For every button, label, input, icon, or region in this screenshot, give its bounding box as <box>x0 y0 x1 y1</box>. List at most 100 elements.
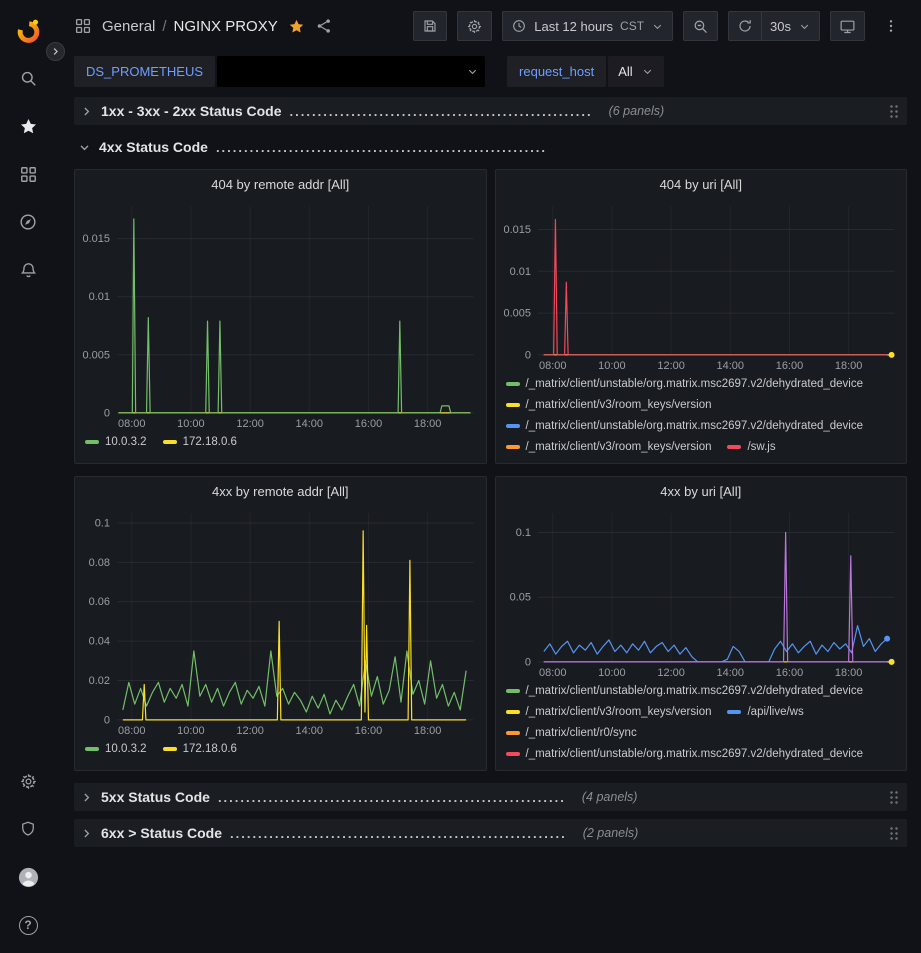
svg-text:16:00: 16:00 <box>355 725 382 737</box>
variable-label-ds-prometheus[interactable]: DS_PROMETHEUS <box>74 56 215 87</box>
svg-text:18:00: 18:00 <box>414 418 441 430</box>
svg-text:12:00: 12:00 <box>236 725 263 737</box>
legend-item[interactable]: /_matrix/client/unstable/org.matrix.msc2… <box>506 418 864 434</box>
chevron-down-icon <box>466 65 479 78</box>
user-avatar[interactable] <box>4 853 52 901</box>
question-mark-icon: ? <box>19 916 38 935</box>
zoom-out-icon <box>692 18 709 35</box>
time-series-plot[interactable]: 08:0010:0012:0014:0016:0018:0000.0050.01… <box>75 198 486 431</box>
panel-title[interactable]: 404 by remote addr [All] <box>75 170 486 198</box>
configuration-gear-icon[interactable] <box>4 757 52 805</box>
panel-title[interactable]: 4xx by uri [All] <box>496 477 907 505</box>
variable-ds-prometheus: DS_PROMETHEUS <box>74 56 485 87</box>
row-panel-count: (6 panels) <box>609 104 665 118</box>
panels-grid-top: 404 by remote addr [All] 08:0010:0012:00… <box>74 169 907 464</box>
panel-title[interactable]: 4xx by remote addr [All] <box>75 477 486 505</box>
legend-item[interactable]: /api/live/ws <box>727 704 803 720</box>
legend-item[interactable]: 10.0.3.2 <box>85 434 147 450</box>
apps-grid-icon[interactable] <box>74 17 92 35</box>
panel-legend: 10.0.3.2 172.18.0.6 <box>75 738 486 770</box>
legend-item[interactable]: 10.0.3.2 <box>85 741 147 757</box>
svg-text:0.015: 0.015 <box>83 233 110 245</box>
row-drag-handle[interactable] <box>888 103 899 120</box>
row-header-5xx[interactable]: 5xx Status Code ........................… <box>74 783 907 811</box>
gear-icon <box>466 18 483 35</box>
starred-dashboards-icon[interactable] <box>4 102 52 150</box>
legend-item[interactable]: /_matrix/client/v3/room_keys/version <box>506 704 712 720</box>
dashboards-grid-icon[interactable] <box>4 150 52 198</box>
row-header-6xx[interactable]: 6xx > Status Code ......................… <box>74 819 907 847</box>
legend-item[interactable]: /_matrix/client/unstable/org.matrix.msc2… <box>506 746 864 762</box>
svg-text:0: 0 <box>104 714 110 726</box>
row-title: 4xx Status Code <box>99 139 208 155</box>
explore-compass-icon[interactable] <box>4 198 52 246</box>
legend-item[interactable]: /sw.js <box>727 439 775 455</box>
variable-value-ds-prometheus[interactable] <box>217 56 485 87</box>
share-icon[interactable] <box>315 17 333 35</box>
refresh-interval-value: 30s <box>770 19 791 34</box>
breadcrumb-section[interactable]: General <box>102 18 155 35</box>
svg-text:0.02: 0.02 <box>89 675 110 687</box>
panel-title[interactable]: 404 by uri [All] <box>496 170 907 198</box>
legend-item[interactable]: /_matrix/client/v3/room_keys/version <box>506 397 712 413</box>
legend-item[interactable]: 172.18.0.6 <box>163 741 237 757</box>
legend-item[interactable]: /_matrix/client/r0/sync <box>506 725 637 741</box>
time-series-plot[interactable]: 08:0010:0012:0014:0016:0018:0000.020.040… <box>75 505 486 738</box>
time-series-plot[interactable]: 08:0010:0012:0014:0016:0018:0000.050.1 <box>496 505 907 680</box>
favorite-star-icon[interactable] <box>288 18 305 35</box>
panel-404-by-uri: 404 by uri [All] 08:0010:0012:0014:0016:… <box>495 169 908 464</box>
legend-item[interactable]: /_matrix/client/unstable/org.matrix.msc2… <box>506 683 864 699</box>
svg-text:0.01: 0.01 <box>509 266 530 278</box>
svg-text:10:00: 10:00 <box>598 667 625 679</box>
row-drag-handle[interactable] <box>888 789 899 806</box>
grafana-logo-icon[interactable] <box>4 6 52 54</box>
row-drag-handle[interactable] <box>888 825 899 842</box>
time-series-plot[interactable]: 08:0010:0012:0014:0016:0018:0000.0050.01… <box>496 198 907 373</box>
svg-text:08:00: 08:00 <box>539 667 566 679</box>
chevron-down-icon <box>641 65 654 78</box>
tv-mode-button[interactable] <box>830 11 865 41</box>
svg-text:08:00: 08:00 <box>118 725 145 737</box>
sidebar-expand-chevron-button[interactable] <box>46 42 65 61</box>
chevron-down-icon <box>651 20 664 33</box>
dashboard-settings-button[interactable] <box>457 11 492 41</box>
refresh-button[interactable] <box>728 11 761 41</box>
save-dashboard-button[interactable] <box>413 11 447 41</box>
search-icon[interactable] <box>4 54 52 102</box>
svg-text:10:00: 10:00 <box>177 418 204 430</box>
legend-series-label: /api/live/ws <box>747 704 803 720</box>
kebab-menu-button[interactable] <box>875 11 907 41</box>
row-leader-dots: ........................................… <box>218 790 566 805</box>
refresh-interval-dropdown[interactable]: 30s <box>761 11 820 41</box>
variable-label-request-host[interactable]: request_host <box>507 56 606 87</box>
legend-item[interactable]: /_matrix/client/unstable/org.matrix.msc2… <box>506 376 864 392</box>
time-range-picker[interactable]: Last 12 hours CST <box>502 11 673 41</box>
legend-series-label: 10.0.3.2 <box>105 434 147 450</box>
variable-value-request-host[interactable]: All <box>608 56 663 87</box>
svg-text:14:00: 14:00 <box>716 667 743 679</box>
panel-legend: /_matrix/client/unstable/org.matrix.msc2… <box>496 680 907 770</box>
breadcrumb: General / NGINX PROXY <box>102 18 278 35</box>
svg-text:0.1: 0.1 <box>515 527 530 539</box>
legend-series-marker <box>727 445 741 449</box>
legend-item[interactable]: 172.18.0.6 <box>163 434 237 450</box>
legend-item[interactable]: /_matrix/client/v3/room_keys/version <box>506 439 712 455</box>
breadcrumb-dashboard-title[interactable]: NGINX PROXY <box>174 18 278 35</box>
row-header-1xx-3xx-2xx[interactable]: 1xx - 3xx - 2xx Status Code ............… <box>74 97 907 125</box>
variable-request-host: request_host All <box>507 56 664 87</box>
svg-text:0.08: 0.08 <box>89 557 110 569</box>
row-panel-count: (4 panels) <box>582 790 638 804</box>
row-header-4xx[interactable]: 4xx Status Code ........................… <box>74 133 907 161</box>
zoom-out-button[interactable] <box>683 11 718 41</box>
legend-series-marker <box>506 731 520 735</box>
variable-request-host-selected: All <box>618 64 632 79</box>
server-admin-shield-icon[interactable] <box>4 805 52 853</box>
svg-text:0.1: 0.1 <box>95 517 110 529</box>
legend-series-label: /_matrix/client/r0/sync <box>526 725 637 741</box>
alerting-bell-icon[interactable] <box>4 246 52 294</box>
legend-series-marker <box>506 424 520 428</box>
legend-series-label: /_matrix/client/unstable/org.matrix.msc2… <box>526 746 864 762</box>
clock-icon <box>511 18 527 34</box>
help-icon[interactable]: ? <box>4 901 52 949</box>
legend-series-label: 172.18.0.6 <box>183 434 237 450</box>
